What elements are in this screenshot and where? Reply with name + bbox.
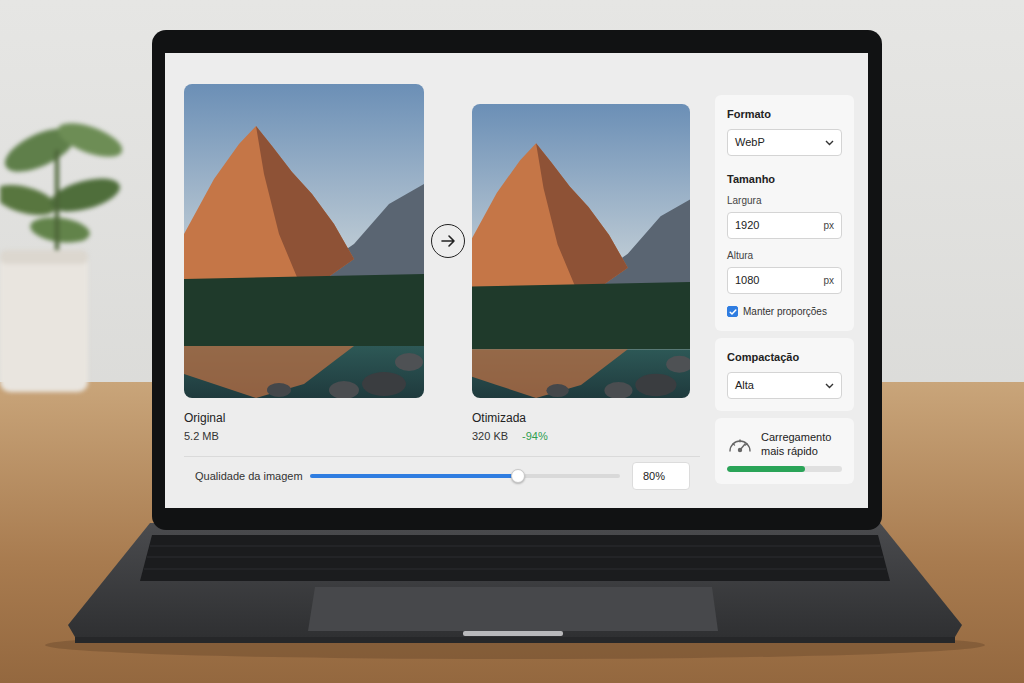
width-unit: px	[823, 218, 834, 233]
optimized-image	[472, 104, 690, 398]
keep-ratio-checkbox[interactable]	[727, 306, 738, 317]
compression-value: Alta	[735, 377, 754, 394]
keep-ratio-label: Manter proporções	[743, 304, 827, 319]
speedometer-icon	[727, 433, 753, 455]
arrow-icon	[431, 224, 465, 258]
chevron-down-icon	[825, 140, 834, 146]
speed-bar	[727, 466, 842, 472]
slider-thumb[interactable]	[511, 469, 525, 483]
screen: Original 5.2 MB Otimizada 320 KB -94% Qu…	[165, 53, 868, 508]
quality-value: 80%	[643, 468, 665, 485]
quality-label: Qualidade da imagem	[195, 468, 310, 485]
original-info: Original 5.2 MB	[184, 410, 472, 444]
speed-label: Carregamento mais rápido	[761, 430, 842, 458]
optimized-label: Otimizada	[472, 410, 548, 426]
height-label: Altura	[727, 249, 842, 262]
divider	[184, 456, 700, 457]
original-size: 5.2 MB	[184, 429, 472, 444]
quality-slider[interactable]	[310, 474, 620, 478]
height-input[interactable]	[735, 272, 819, 289]
size-label: Tamanho	[727, 172, 842, 186]
format-value: WebP	[735, 134, 765, 151]
quality-fill	[310, 474, 518, 478]
keep-ratio-row[interactable]: Manter proporções	[727, 304, 842, 319]
quality-value-box[interactable]: 80%	[632, 462, 690, 490]
width-label: Largura	[727, 194, 842, 207]
plant-icon	[0, 90, 140, 400]
check-icon	[729, 308, 737, 316]
preview-column: Original 5.2 MB Otimizada 320 KB -94% Qu…	[184, 84, 700, 508]
speed-fill	[727, 466, 805, 472]
optimized-info: Otimizada 320 KB -94%	[472, 410, 548, 444]
speed-header: Carregamento mais rápido	[727, 430, 842, 458]
laptop-base-icon	[0, 505, 1024, 683]
height-field[interactable]: px	[727, 267, 842, 294]
compression-label: Compactação	[727, 350, 842, 364]
format-select[interactable]: WebP	[727, 129, 842, 156]
chevron-down-icon	[825, 383, 834, 389]
original-label: Original	[184, 410, 472, 426]
original-image	[184, 84, 424, 398]
height-unit: px	[823, 273, 834, 288]
optimized-size: 320 KB	[472, 429, 508, 444]
compression-select[interactable]: Alta	[727, 372, 842, 399]
compression-card: Compactação Alta	[715, 338, 854, 411]
optimized-size-row: 320 KB -94%	[472, 429, 548, 444]
settings-column: Formato WebP Tamanho Largura px Altura p…	[715, 84, 854, 508]
speed-card: Carregamento mais rápido	[715, 418, 854, 484]
quality-row: Qualidade da imagem 80%	[184, 457, 700, 495]
reduction-badge: -94%	[522, 429, 548, 444]
format-label: Formato	[727, 107, 842, 121]
width-field[interactable]: px	[727, 212, 842, 239]
preview-row	[184, 84, 690, 398]
file-info-row: Original 5.2 MB Otimizada 320 KB -94%	[184, 410, 700, 444]
width-input[interactable]	[735, 217, 819, 234]
settings-card: Formato WebP Tamanho Largura px Altura p…	[715, 95, 854, 331]
